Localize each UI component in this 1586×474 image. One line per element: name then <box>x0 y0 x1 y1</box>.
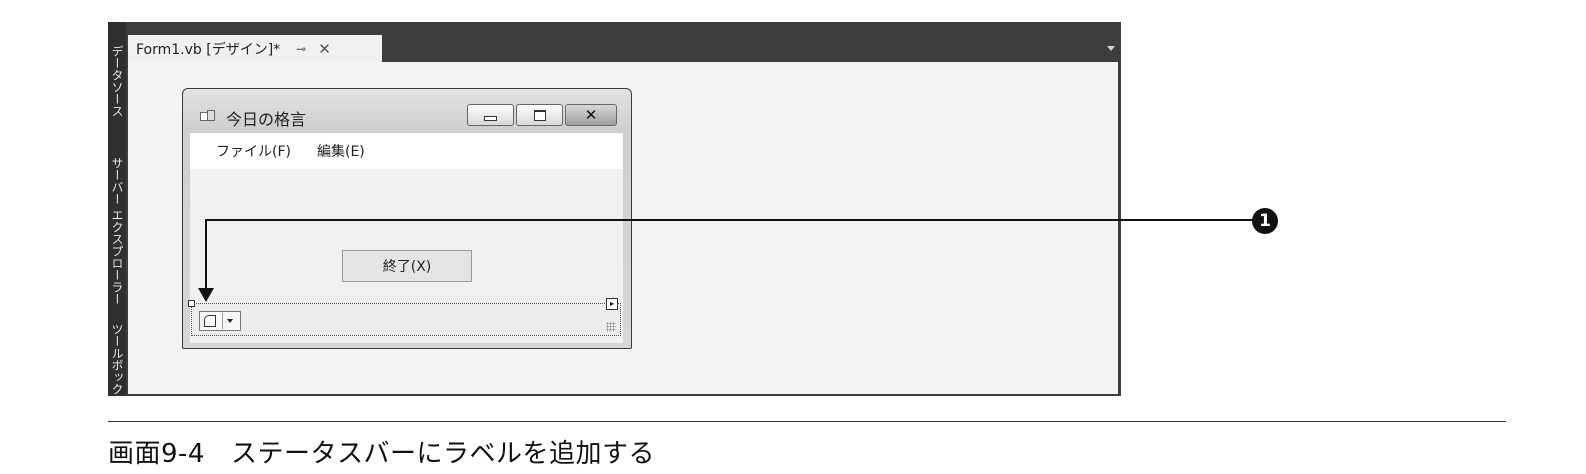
close-icon[interactable]: ✕ <box>318 40 331 58</box>
maximize-button[interactable] <box>516 104 563 126</box>
resize-grip-icon[interactable] <box>606 322 616 332</box>
tab-list-dropdown-icon[interactable] <box>1107 46 1115 51</box>
figure-number: 画面9-4 <box>108 439 205 469</box>
callout-line <box>205 219 1253 221</box>
minimize-icon <box>484 115 497 121</box>
document-tab[interactable]: Form1.vb [デザイン]* ⊸ ✕ <box>128 35 382 62</box>
maximize-icon <box>533 109 546 121</box>
menu-file[interactable]: ファイル(F) <box>216 141 291 161</box>
callout-line-vertical <box>205 219 207 291</box>
menu-edit[interactable]: 編集(E) <box>317 141 365 161</box>
side-tab-strip: データソース サーバー エクスプローラー ツールボック <box>108 22 126 396</box>
figure-caption: 画面9-4 ステータスバーにラベルを追加する <box>108 433 655 470</box>
smart-tag-icon[interactable]: ▸ <box>606 298 618 310</box>
side-tab-server-explorer[interactable]: サーバー エクスプローラー <box>108 140 126 322</box>
form-window-icon <box>200 110 215 122</box>
status-strip[interactable]: ▸ <box>188 298 621 336</box>
document-tab-title: Form1.vb [デザイン]* <box>136 41 281 58</box>
dropdown-arrow-icon[interactable] <box>222 313 237 329</box>
menu-strip[interactable]: ファイル(F) 編集(E) <box>190 133 623 169</box>
form-title: 今日の格言 <box>226 110 307 129</box>
exit-button[interactable]: 終了(X) <box>342 250 472 282</box>
status-label-icon <box>204 315 216 327</box>
callout-number-badge: 1 <box>1252 208 1278 234</box>
caption-divider <box>108 421 1506 422</box>
figure-caption-text: ステータスバーにラベルを追加する <box>230 439 655 469</box>
add-status-item-dropdown[interactable] <box>199 311 241 331</box>
side-tab-toolbox[interactable]: ツールボック <box>108 322 126 396</box>
side-tab-datasource[interactable]: データソース <box>108 28 126 134</box>
selection-handle[interactable] <box>188 300 195 307</box>
minimize-button[interactable] <box>467 104 514 126</box>
close-button[interactable]: ✕ <box>565 104 617 126</box>
form-client-area: ファイル(F) 編集(E) 終了(X) ▸ <box>188 133 623 343</box>
pin-icon[interactable]: ⊸ <box>296 42 306 56</box>
document-tab-bar: Form1.vb [デザイン]* ⊸ ✕ <box>126 22 1121 62</box>
callout-arrow-icon <box>198 288 214 302</box>
